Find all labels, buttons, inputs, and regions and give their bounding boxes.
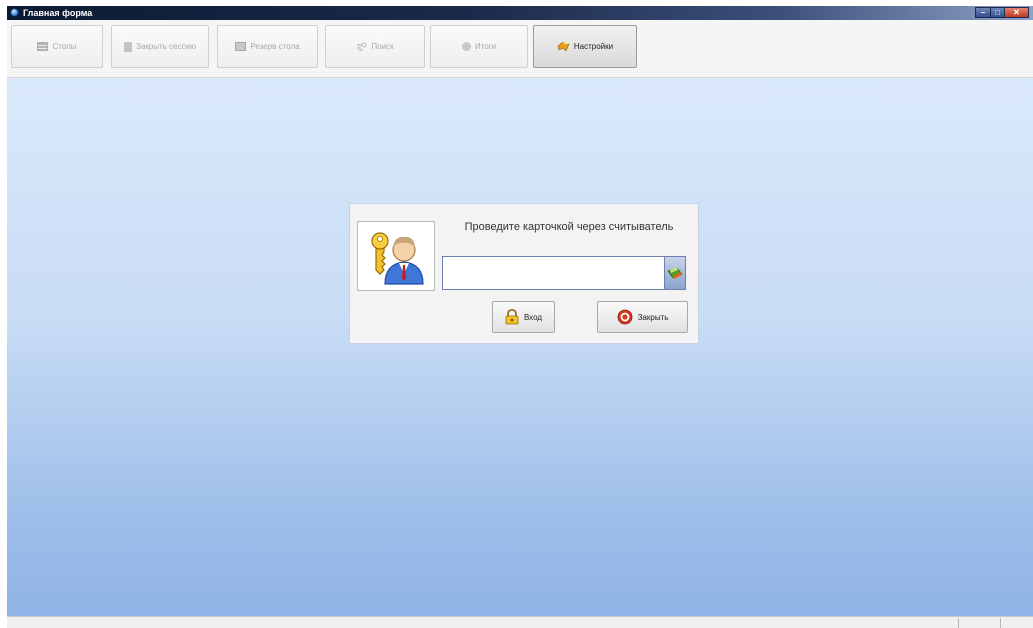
card-prompt: Проведите карточкой через считыватель [464,221,674,233]
reserve-icon [235,42,247,51]
app-icon [10,8,19,17]
tables-icon [37,42,49,51]
close-session-button-label: Закрыть сессию [136,42,196,51]
trash-icon [124,41,133,52]
table-reserve-button[interactable]: Резерв стола [217,25,318,68]
card-number-field[interactable] [442,256,686,290]
tables-button[interactable]: Столы [11,25,103,68]
close-session-button[interactable]: Закрыть сессию [111,25,209,68]
maximize-button[interactable]: □ [991,7,1005,18]
card-reader-icon [667,267,683,279]
padlock-icon [505,309,519,325]
close-circle-icon [617,309,632,325]
settings-button[interactable]: Настройки [533,25,637,68]
window-title: Главная форма [23,8,93,18]
status-divider [1000,618,1001,628]
user-key-image [357,221,435,291]
tables-button-label: Столы [52,42,77,51]
login-button-label: Вход [523,312,543,322]
user-key-icon [371,232,424,285]
main-window: Главная форма – □ ✕ Столы Закрыть сессию… [7,6,1033,628]
settings-button-label: Настройки [573,42,614,51]
search-button[interactable]: Поиск [325,25,425,68]
toolbar: Столы Закрыть сессию Резерв стола Поиск … [7,20,1033,78]
workspace [7,78,1033,616]
status-bar [7,616,1033,628]
login-button[interactable]: Вход [492,301,555,333]
close-window-button[interactable]: ✕ [1005,7,1029,18]
status-divider [958,618,959,628]
settings-icon [557,41,570,52]
totals-button-label: Итоги [474,42,497,51]
table-reserve-button-label: Резерв стола [250,42,300,51]
window-controls: – □ ✕ [975,7,1029,18]
card-login-dialog: Проведите карточкой через считыватель Вх… [349,203,699,344]
title-bar[interactable]: Главная форма – □ ✕ [7,6,1033,20]
search-button-label: Поиск [371,42,394,51]
totals-button[interactable]: Итоги [430,25,528,68]
card-reader-button[interactable] [664,257,685,289]
search-icon [356,42,367,52]
close-dialog-button[interactable]: Закрыть [597,301,688,333]
close-dialog-button-label: Закрыть [637,312,669,322]
minimize-button[interactable]: – [975,7,991,18]
totals-icon [461,42,471,51]
